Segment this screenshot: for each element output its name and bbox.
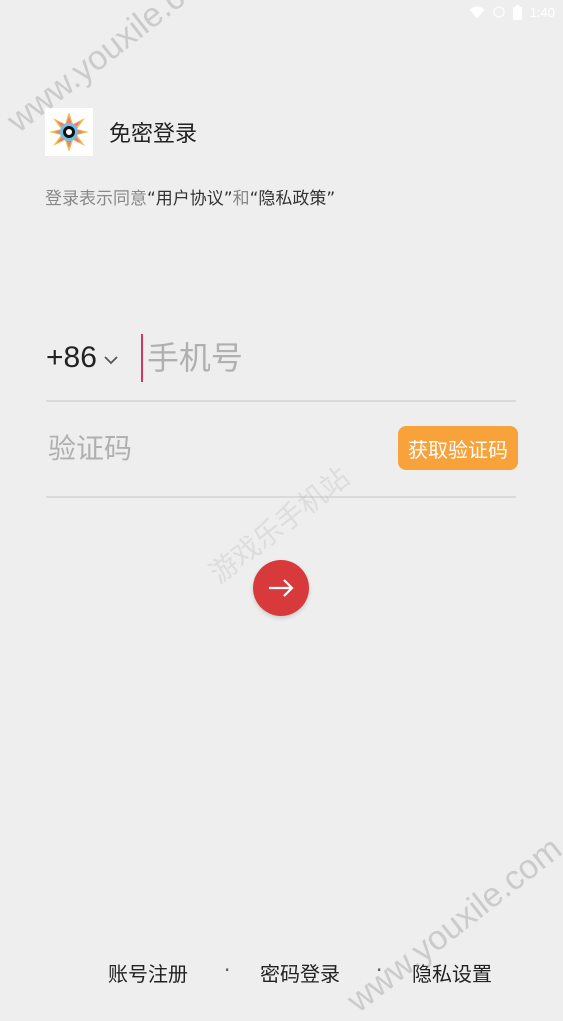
page-title: 免密登录: [109, 122, 198, 147]
signal-icon: [492, 6, 505, 18]
agreement-and: 和: [232, 189, 250, 209]
privacy-policy-link[interactable]: “隐私政策”: [250, 189, 336, 209]
phone-input-wrapper: [140, 330, 449, 386]
code-row: 获取验证码: [46, 400, 518, 498]
password-login-link[interactable]: 密码登录: [260, 958, 340, 987]
chevron-down-icon[interactable]: [103, 350, 119, 369]
agreement-prefix: 登录表示同意: [45, 189, 147, 209]
text-caret: [140, 334, 143, 382]
header: 免密登录: [45, 108, 197, 156]
phone-row: +86: [46, 316, 516, 402]
footer-separator: ·: [224, 958, 231, 982]
footer-separator: ·: [376, 958, 383, 982]
footer-links: 账号注册 · 密码登录 · 隐私设置: [0, 958, 563, 990]
phone-input[interactable]: [144, 338, 449, 378]
privacy-settings-link[interactable]: 隐私设置: [412, 958, 492, 987]
app-logo-icon: [49, 112, 89, 152]
wifi-icon: [469, 6, 485, 19]
register-link[interactable]: 账号注册: [108, 958, 188, 987]
app-logo: [45, 108, 93, 156]
submit-button[interactable]: [253, 560, 309, 616]
battery-icon: [512, 4, 522, 20]
arrow-right-icon: [269, 579, 294, 597]
user-agreement-link[interactable]: “用户协议”: [147, 189, 233, 209]
get-code-button[interactable]: 获取验证码: [398, 426, 518, 470]
status-bar: 1:40: [469, 0, 563, 24]
agreement-text: 登录表示同意“用户协议”和“隐私政策”: [45, 184, 335, 209]
verification-code-input[interactable]: [46, 430, 330, 466]
watermark: www.youxile.com: [340, 829, 563, 1020]
country-code-selector[interactable]: +86: [46, 341, 97, 375]
status-time: 1:40: [529, 4, 555, 20]
